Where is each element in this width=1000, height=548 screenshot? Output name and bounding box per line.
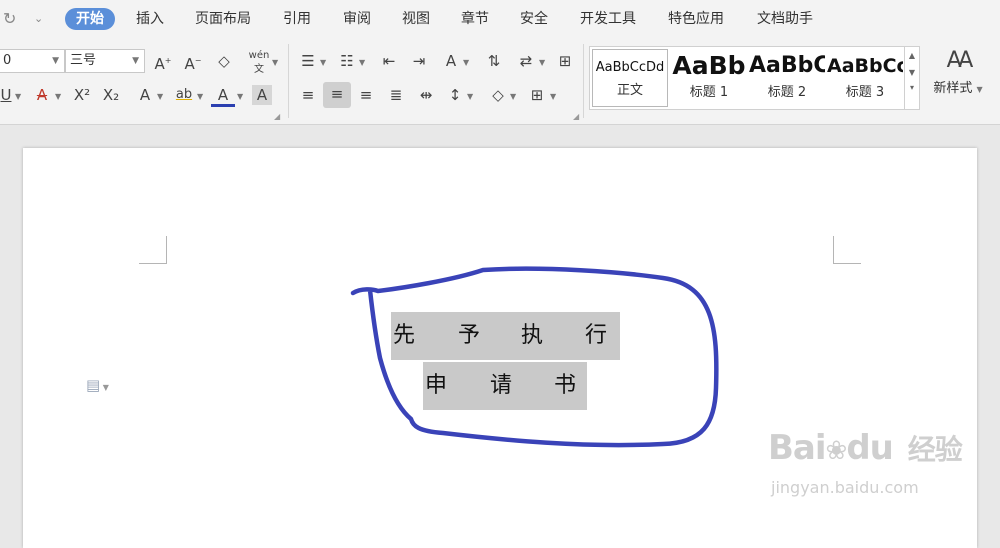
chevron-down-icon[interactable]: ▼: [320, 58, 326, 67]
menu-bar: ↻ ⌄ 开始 插入 页面布局 引用 审阅 视图 章节 安全 开发工具 特色应用 …: [0, 0, 1000, 38]
chevron-down-icon[interactable]: ▼: [359, 58, 365, 67]
chevron-down-icon[interactable]: ▼: [510, 92, 516, 101]
font-size-value: 三号: [70, 53, 97, 68]
tab-view[interactable]: 视图: [402, 8, 430, 30]
chevron-down-icon[interactable]: ▼: [463, 58, 469, 67]
text-effect-icon[interactable]: A: [133, 83, 157, 107]
styles-scroller[interactable]: ▲ ▼ ▾: [904, 47, 919, 109]
style-normal[interactable]: AaBbCcDd 正文: [592, 49, 668, 107]
paragraph-dialog-launcher-icon[interactable]: ◢: [573, 112, 579, 121]
quick-access-dropdown-icon[interactable]: ⌄: [34, 12, 43, 25]
tab-developer-tools[interactable]: 开发工具: [580, 8, 636, 30]
style-heading-3[interactable]: AaBbCc 标题 3: [827, 49, 903, 107]
chevron-down-icon[interactable]: ▼: [539, 58, 545, 67]
style-preview: AaBbC: [749, 53, 825, 78]
more-styles-icon[interactable]: ▾: [905, 83, 919, 92]
grow-font-icon[interactable]: A+: [151, 49, 175, 73]
line-spacing-icon[interactable]: ↕: [443, 83, 467, 107]
redo-icon[interactable]: ↻: [3, 9, 16, 28]
chevron-down-icon[interactable]: ▼: [905, 68, 919, 77]
tab-references[interactable]: 引用: [283, 8, 311, 30]
tab-special-apps[interactable]: 特色应用: [668, 8, 724, 30]
highlight-icon[interactable]: ab: [172, 83, 196, 107]
pinyin-glyph: wén: [248, 50, 270, 61]
style-preview: AaBbCc: [827, 55, 903, 77]
chevron-down-icon: ▼: [52, 56, 59, 66]
clear-format-icon[interactable]: ◇: [212, 49, 236, 73]
tab-doc-assistant[interactable]: 文档助手: [757, 8, 813, 30]
tab-page-layout[interactable]: 页面布局: [195, 8, 251, 30]
style-heading-2[interactable]: AaBbC 标题 2: [749, 49, 825, 107]
divider: [288, 44, 289, 118]
tab-review[interactable]: 审阅: [343, 8, 371, 30]
paragraph-shading-icon[interactable]: ◇: [486, 83, 510, 107]
chevron-down-icon[interactable]: ▼: [157, 92, 163, 101]
chevron-down-icon[interactable]: ▼: [15, 92, 21, 101]
watermark-url: jingyan.baidu.com: [771, 478, 919, 497]
ribbon: 0 ▼ 三号 ▼ A+ A− ◇ wén 文 ▼ U ▼ A ▼ X² X₂ A …: [0, 38, 1000, 125]
tab-insert[interactable]: 插入: [136, 8, 164, 30]
new-style-icon: AA: [946, 48, 974, 73]
font-name-combo[interactable]: 0 ▼: [0, 49, 65, 73]
char-shading-icon[interactable]: A: [252, 85, 272, 105]
show-marks-icon[interactable]: ⇄: [514, 49, 538, 73]
pinyin-guide-icon[interactable]: wén 文: [245, 49, 273, 75]
style-name: 标题 1: [689, 85, 729, 100]
superscript-icon[interactable]: X²: [70, 83, 94, 107]
chevron-down-icon: ▼: [976, 85, 983, 94]
shrink-font-icon[interactable]: A−: [181, 49, 205, 73]
chinese-layout-icon[interactable]: A: [439, 49, 463, 73]
style-heading-1[interactable]: AaBb 标题 1: [671, 49, 747, 107]
document-page[interactable]: 先 予 执 行 申 请 书 ▤ ▼ Bai❀du 经验 jingyan.baid…: [23, 148, 977, 548]
subscript-icon[interactable]: X₂: [99, 83, 123, 107]
bullet-list-icon[interactable]: ☰: [296, 49, 320, 73]
document-area[interactable]: 先 予 执 行 申 请 书 ▤ ▼ Bai❀du 经验 jingyan.baid…: [0, 125, 1000, 548]
align-center-icon[interactable]: ≡: [323, 82, 351, 108]
font-dialog-launcher-icon[interactable]: ◢: [274, 112, 280, 121]
chevron-up-icon[interactable]: ▲: [905, 51, 919, 60]
tab-chapter[interactable]: 章节: [461, 8, 489, 30]
sort-icon[interactable]: ⇅: [482, 49, 506, 73]
font-name-value: 0: [3, 53, 12, 68]
styles-gallery: AaBbCcDd 正文 AaBb 标题 1 AaBbC 标题 2 AaBbCc …: [589, 46, 920, 110]
font-color-icon[interactable]: A: [211, 83, 235, 107]
paw-icon: ❀: [825, 436, 848, 466]
justify-icon[interactable]: ≣: [384, 83, 408, 107]
increase-indent-icon[interactable]: ⇥: [407, 49, 431, 73]
watermark-logo: Bai❀du 经验: [768, 428, 963, 468]
strikethrough-icon[interactable]: A: [30, 83, 54, 107]
chevron-down-icon: ▼: [132, 56, 139, 66]
align-left-icon[interactable]: ≡: [296, 83, 320, 107]
chevron-down-icon[interactable]: ▼: [55, 92, 61, 101]
numbered-list-icon[interactable]: ☷: [335, 49, 359, 73]
new-style-button[interactable]: AA 新样式 ▼: [926, 48, 990, 96]
divider: [583, 44, 584, 118]
tab-home[interactable]: 开始: [65, 8, 115, 30]
table-icon[interactable]: ⊞: [553, 49, 577, 73]
align-right-icon[interactable]: ≡: [354, 83, 378, 107]
borders-icon[interactable]: ⊞: [525, 83, 549, 107]
style-name: 标题 3: [845, 85, 885, 100]
style-preview: AaBbCcDd: [595, 60, 665, 75]
style-preview: AaBb: [672, 51, 746, 80]
distributed-icon[interactable]: ⇹: [414, 83, 438, 107]
chevron-down-icon[interactable]: ▼: [550, 92, 556, 101]
decrease-indent-icon[interactable]: ⇤: [377, 49, 401, 73]
chevron-down-icon[interactable]: ▼: [197, 92, 203, 101]
style-name: 标题 2: [767, 85, 807, 100]
chevron-down-icon[interactable]: ▼: [237, 92, 243, 101]
style-name: 正文: [616, 83, 643, 98]
font-size-combo[interactable]: 三号 ▼: [65, 49, 145, 73]
tab-security[interactable]: 安全: [520, 8, 548, 30]
chevron-down-icon[interactable]: ▼: [272, 58, 278, 67]
new-style-label: 新样式 ▼: [933, 81, 983, 96]
chevron-down-icon[interactable]: ▼: [467, 92, 473, 101]
